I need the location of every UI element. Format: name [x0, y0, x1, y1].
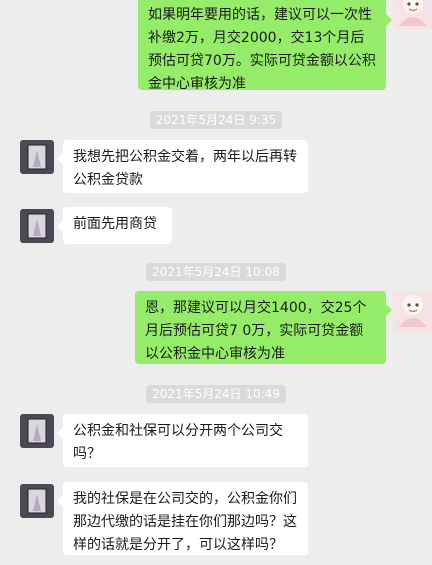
- timestamp: 2021年5月24日 9:35: [0, 109, 432, 129]
- timestamp: 2021年5月24日 10:49: [0, 383, 432, 403]
- bubble-tail: [57, 220, 63, 232]
- bubble-tail: [57, 153, 63, 165]
- timestamp: 2021年5月24日 10:08: [0, 261, 432, 281]
- contact-avatar[interactable]: [20, 484, 54, 518]
- bubble-tail: [386, 14, 392, 26]
- bubble-tail: [57, 427, 63, 439]
- incoming-message-bubble[interactable]: 我的社保是在公司交的，公积金你们那边代缴的话是挂在你们那边吗？这样的话就是分开了…: [57, 482, 308, 555]
- contact-avatar[interactable]: [20, 209, 54, 243]
- my-avatar[interactable]: [393, 0, 432, 30]
- my-avatar[interactable]: [393, 291, 432, 331]
- message-text: 公积金和社保可以分开两个公司交吗？: [73, 423, 283, 462]
- incoming-message-bubble[interactable]: 前面先用商贷: [57, 207, 172, 244]
- bubble-tail: [57, 495, 63, 507]
- incoming-message-bubble[interactable]: 我想先把公积金交着，两年以后再转公积金贷款: [57, 140, 308, 193]
- bubble-tail: [386, 304, 392, 316]
- outgoing-message-bubble[interactable]: 恩，那建议可以月交1400，交25个月后预估可贷7 0万，实际可贷金额以公积金中…: [135, 291, 392, 364]
- incoming-message-bubble[interactable]: 公积金和社保可以分开两个公司交吗？: [57, 414, 308, 467]
- contact-avatar[interactable]: [20, 414, 54, 448]
- outgoing-message-bubble[interactable]: 如果明年要用的话，建议可以一次性补缴2万，月交2000，交13个月后预估可贷70…: [138, 0, 392, 92]
- contact-avatar[interactable]: [20, 140, 54, 174]
- message-text: 如果明年要用的话，建议可以一次性补缴2万，月交2000，交13个月后预估可贷70…: [148, 7, 376, 92]
- message-text: 我的社保是在公司交的，公积金你们那边代缴的话是挂在你们那边吗？这样的话就是分开了…: [73, 491, 297, 553]
- message-text: 我想先把公积金交着，两年以后再转公积金贷款: [73, 149, 297, 188]
- message-text: 恩，那建议可以月交1400，交25个月后预估可贷7 0万，实际可贷金额以公积金中…: [145, 300, 367, 362]
- message-text: 前面先用商贷: [73, 216, 157, 232]
